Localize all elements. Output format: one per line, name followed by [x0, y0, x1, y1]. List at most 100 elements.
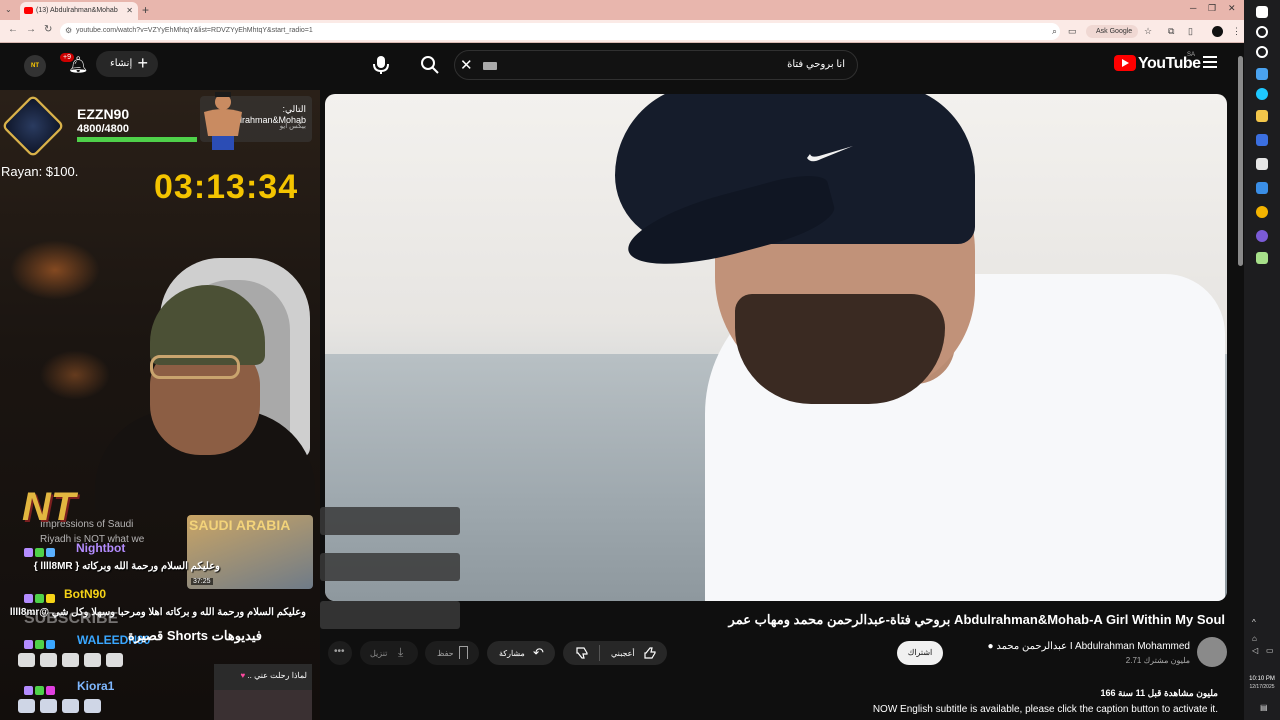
site-info-icon[interactable]: ⚙: [65, 26, 72, 35]
plus-icon: +: [137, 53, 148, 73]
clock-date[interactable]: 12/17/2025: [1245, 684, 1279, 690]
maximize-icon[interactable]: ❐: [1208, 3, 1216, 14]
short-card[interactable]: لماذا رحلت عني .. ♥: [214, 664, 312, 690]
file-explorer-icon[interactable]: [1256, 110, 1268, 122]
subscribe-button[interactable]: اشتراك: [897, 641, 943, 665]
forward-icon[interactable]: →: [26, 24, 36, 35]
clock-time[interactable]: 10:10 PM: [1245, 676, 1279, 682]
chat-badges: [24, 636, 72, 649]
xp-value: 4800/4800: [77, 123, 129, 135]
outlook-icon[interactable]: [1256, 182, 1268, 194]
sidepanel-icon[interactable]: ▯: [1188, 26, 1193, 37]
notifications-icon[interactable]: ▤: [1260, 703, 1268, 712]
channel-name[interactable]: ● عبدالرحمن محمد I Abdulrahman Mohammed: [988, 641, 1190, 652]
chrome-icon[interactable]: [1256, 206, 1268, 218]
chat-emotes: [18, 653, 128, 672]
like-dislike-group: أعجبني: [563, 641, 667, 665]
search-input[interactable]: انا بروحي فتاة ✕: [454, 50, 858, 80]
short-card-thumbnail[interactable]: [214, 690, 312, 720]
save-button[interactable]: حفظ: [425, 641, 479, 665]
search-icon[interactable]: [420, 55, 440, 75]
url-input[interactable]: ⚙ youtube.com/watch?v=VZYyEhMhtqY&list=R…: [60, 23, 1060, 40]
description-text[interactable]: NOW English subtitle is available, pleas…: [873, 704, 1218, 715]
swoosh-logo-icon: [807, 146, 853, 162]
share-button[interactable]: مشاركة ↶: [487, 641, 555, 665]
youtube-header: YouTube SA انا بروحي فتاة ✕ إنشاء + 🔔︎ +…: [0, 43, 1244, 89]
download-label: تنزيل: [370, 649, 388, 658]
chat-username: Nightbot: [76, 541, 126, 555]
new-tab-icon[interactable]: +: [142, 3, 149, 17]
video-frame-beard: [735, 294, 945, 404]
chat-badges: [24, 544, 72, 557]
profile-avatar[interactable]: [1212, 26, 1223, 37]
dislike-icon[interactable]: [575, 646, 589, 660]
taskbar-search-icon[interactable]: [1256, 26, 1268, 38]
subscribe-overlay-text: SUBSCRIBE: [24, 610, 119, 627]
address-bar: ← → ↻ ⚙ youtube.com/watch?v=VZYyEhMhtqY&…: [0, 20, 1244, 43]
network-icon[interactable]: ⌂: [1252, 634, 1257, 643]
search-clear-icon[interactable]: ✕: [460, 56, 473, 74]
extensions-icon[interactable]: ⧉: [1168, 26, 1174, 37]
ask-google-button[interactable]: Ask Google: [1086, 25, 1138, 38]
tab-title: (13) Abdulrahman&Mohab: [36, 7, 118, 14]
cast-icon[interactable]: ▭: [1068, 26, 1077, 37]
short-card-title: لماذا رحلت عني ..: [247, 671, 307, 680]
copilot-icon[interactable]: [1256, 134, 1268, 146]
video-player[interactable]: [325, 94, 1227, 601]
youtube-logo-icon[interactable]: [1114, 55, 1136, 71]
page-scrollbar[interactable]: [1238, 56, 1243, 266]
chat-username: BotN90: [64, 587, 107, 601]
task-view-icon[interactable]: [1256, 46, 1268, 58]
country-code: SA: [1187, 52, 1196, 58]
download-button[interactable]: تنزيل ⤓: [360, 641, 418, 665]
heart-icon: ♥: [240, 671, 246, 680]
thumbnail-caption: SAUDI ARABIA: [189, 517, 291, 533]
stream-timer: 03:13:34: [154, 168, 299, 206]
channel-name-text: عبدالرحمن محمد I Abdulrahman Mohammed: [996, 641, 1190, 652]
app-icon[interactable]: [1256, 252, 1268, 264]
volume-icon[interactable]: ◁: [1252, 646, 1258, 655]
video-title: بروحي فتاة-عبدالرحمن محمد ومهاب عمر Abdu…: [728, 612, 1225, 627]
keyboard-icon[interactable]: [483, 62, 497, 70]
back-icon[interactable]: ←: [8, 24, 18, 35]
app-icon[interactable]: [1256, 230, 1268, 242]
thumbnail-duration: 37:25: [191, 578, 213, 585]
chat-badges: [24, 682, 72, 695]
donation-text: Rayan: $100.: [1, 164, 79, 179]
background-lamp: [40, 350, 110, 400]
create-button[interactable]: إنشاء +: [96, 51, 158, 77]
create-label: إنشاء: [110, 58, 133, 69]
battery-icon[interactable]: ▭: [1266, 646, 1274, 655]
microphone-icon[interactable]: [372, 55, 390, 75]
minimize-icon[interactable]: ─: [1190, 3, 1196, 13]
account-avatar[interactable]: NT: [24, 55, 46, 77]
window-close-icon[interactable]: ✕: [1228, 3, 1236, 14]
overlay-panel: [320, 507, 460, 535]
tab-search-icon[interactable]: ⌄: [5, 5, 12, 14]
browser-tab[interactable]: (13) Abdulrahman&Mohab ✕: [20, 2, 138, 20]
rank-badge-icon: [1, 94, 65, 158]
shorts-thumbnail[interactable]: SAUDI ARABIA 37:25: [187, 515, 313, 589]
windows-start-icon[interactable]: [1256, 6, 1268, 18]
widgets-icon[interactable]: [1256, 68, 1268, 80]
tray-expand-icon[interactable]: ^: [1252, 618, 1256, 627]
store-icon[interactable]: [1256, 158, 1268, 170]
muscle-emote-icon: [204, 92, 242, 150]
channel-avatar[interactable]: [1197, 637, 1227, 667]
tab-close-icon[interactable]: ✕: [126, 6, 133, 15]
bookmark-icon: [459, 646, 468, 659]
search-query: انا بروحي فتاة: [787, 59, 845, 70]
zoom-icon[interactable]: ⌕: [1052, 26, 1057, 37]
chat-username: Kiora1: [77, 679, 115, 693]
streamer-glasses: [150, 355, 240, 379]
like-icon[interactable]: [643, 646, 657, 660]
like-label[interactable]: أعجبني: [611, 649, 635, 658]
edge-icon[interactable]: [1256, 88, 1268, 100]
chrome-menu-icon[interactable]: ⋮: [1232, 26, 1241, 37]
reload-icon[interactable]: ↻: [44, 24, 52, 35]
more-actions-button[interactable]: •••: [328, 641, 352, 665]
hamburger-menu-icon[interactable]: [1203, 56, 1217, 68]
player-name: EZZN90: [77, 106, 130, 122]
download-icon: ⤓: [398, 645, 404, 659]
bookmark-star-icon[interactable]: ☆: [1144, 26, 1152, 37]
